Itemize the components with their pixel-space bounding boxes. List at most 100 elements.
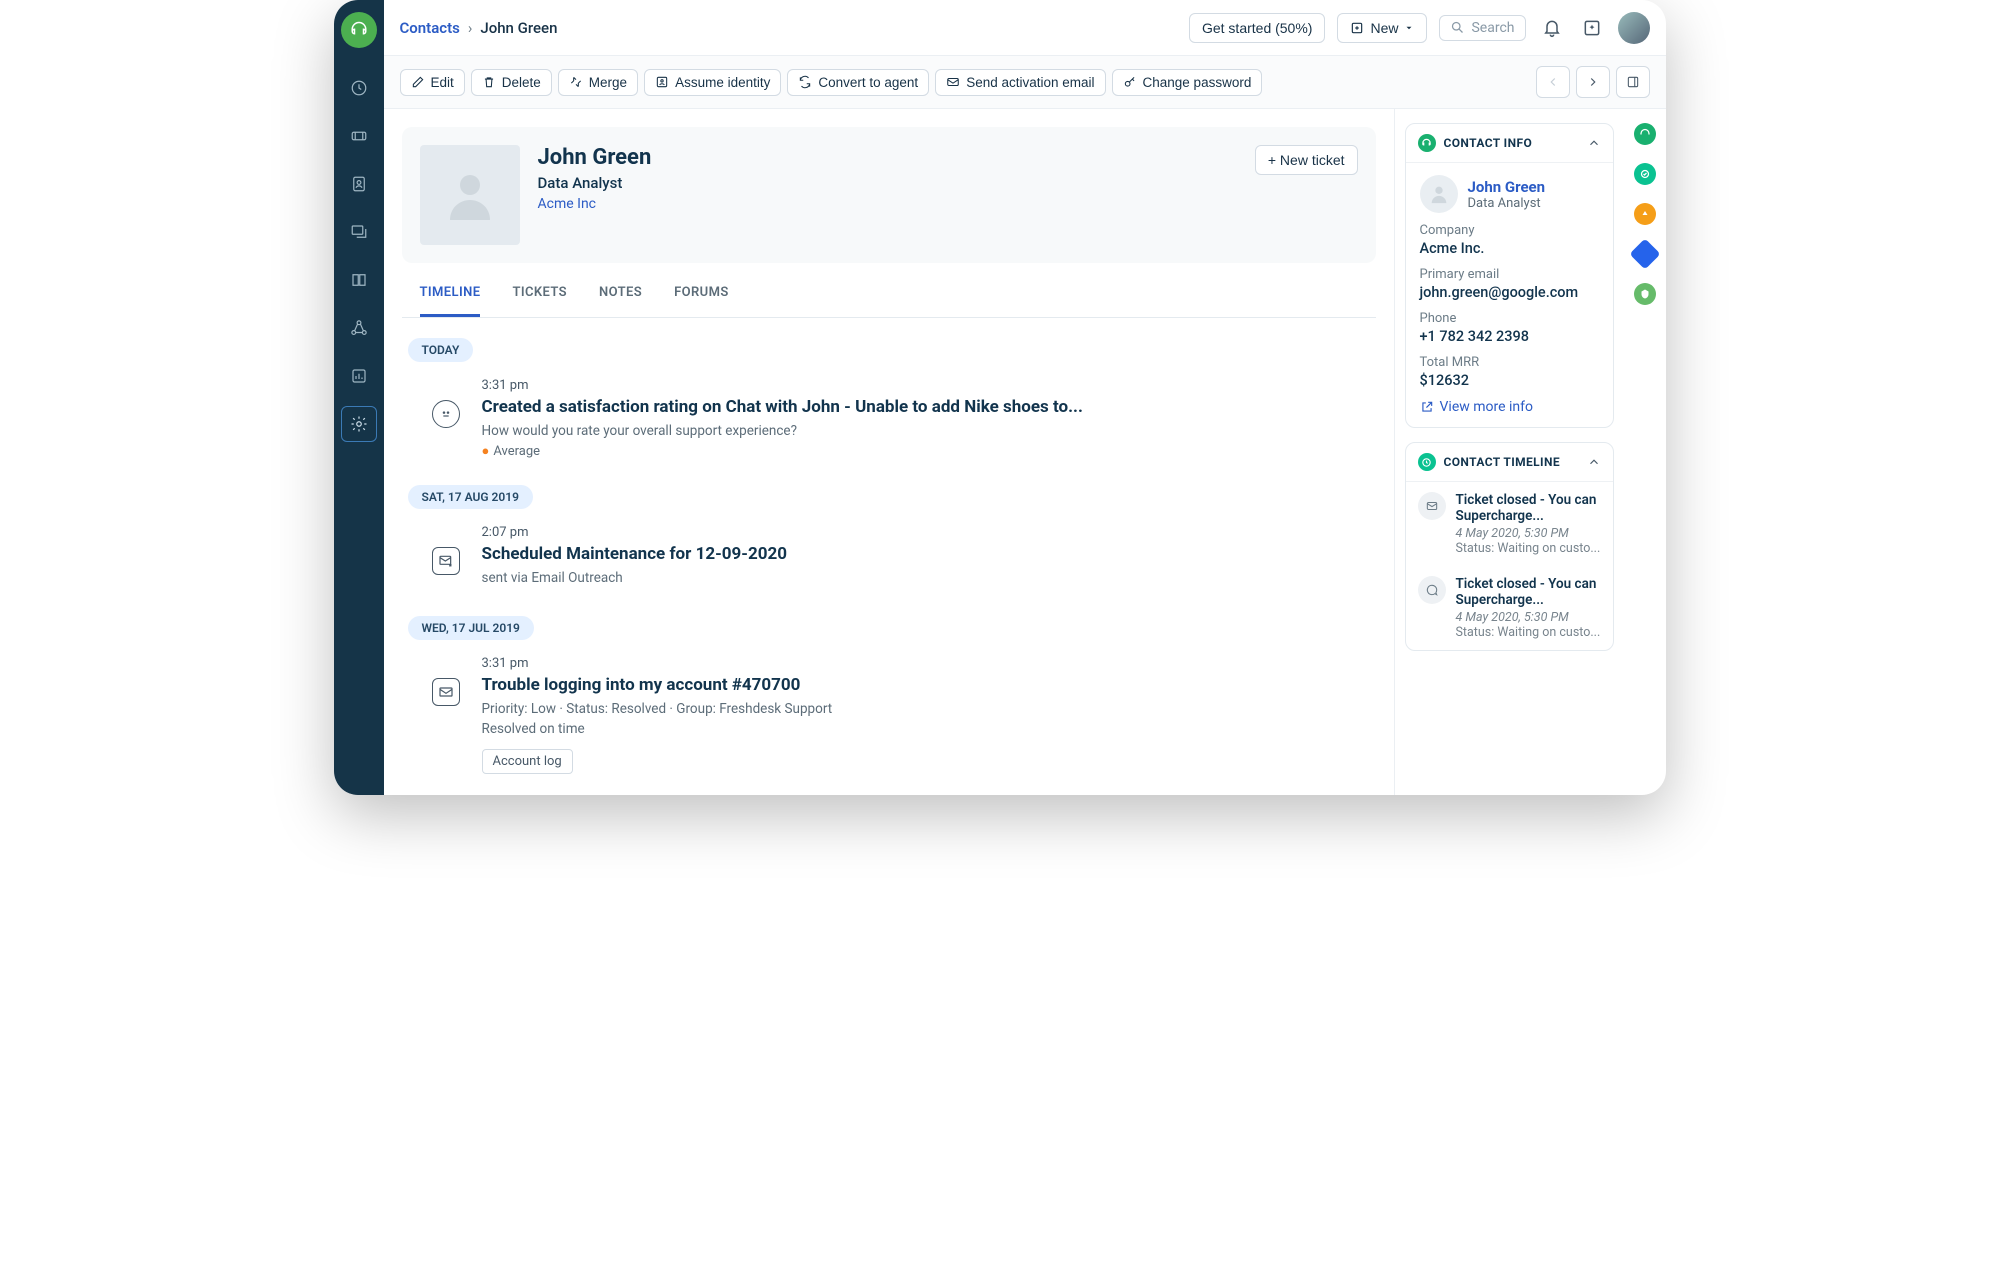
- delete-label: Delete: [502, 75, 541, 90]
- timeline-item[interactable]: 3:31 pm Created a satisfaction rating on…: [402, 368, 1376, 479]
- timeline-meta: Priority: Low · Status: Resolved · Group…: [482, 701, 1376, 717]
- chat-icon: [1418, 576, 1446, 604]
- mini-title: Ticket closed - You can Supercharge...: [1456, 492, 1601, 524]
- get-started-button[interactable]: Get started (50%): [1189, 13, 1326, 43]
- profile-company-link[interactable]: Acme Inc: [538, 196, 652, 212]
- mail-send-icon: [432, 547, 460, 575]
- profile-name: John Green: [538, 145, 652, 170]
- card-title: CONTACT TIMELINE: [1444, 455, 1579, 469]
- sparkle-icon[interactable]: [1578, 14, 1606, 42]
- convert-label: Convert to agent: [818, 75, 918, 90]
- chevron-left-icon: [1546, 75, 1560, 89]
- card-header[interactable]: CONTACT TIMELINE: [1406, 443, 1613, 482]
- mini-status: Status: Waiting on custo...: [1456, 541, 1601, 556]
- timeline-title: Trouble logging into my account #470700: [482, 675, 1376, 695]
- app-logo[interactable]: [341, 12, 377, 48]
- content-area: John Green Data Analyst Acme Inc + New t…: [384, 109, 1394, 795]
- merge-icon: [569, 75, 583, 89]
- header: Contacts › John Green Get started (50%) …: [384, 0, 1666, 56]
- nav-knowledge-icon[interactable]: [341, 262, 377, 298]
- timeline-time: 3:31 pm: [482, 656, 1376, 671]
- chevron-right-icon: [1586, 75, 1600, 89]
- date-pill: WED, 17 JUL 2019: [408, 616, 534, 640]
- timeline-subtitle: sent via Email Outreach: [482, 570, 1376, 586]
- send-activation-label: Send activation email: [966, 75, 1094, 90]
- app-freshcaller-icon[interactable]: [1634, 203, 1656, 225]
- timeline-item[interactable]: 2:07 pm Scheduled Maintenance for 12-09-…: [402, 515, 1376, 610]
- nav-screens-icon[interactable]: [341, 214, 377, 250]
- app-freshservice-icon[interactable]: [1634, 283, 1656, 305]
- card-header[interactable]: CONTACT INFO: [1406, 124, 1613, 163]
- field-label: Primary email: [1420, 267, 1599, 282]
- app-freshdesk-icon[interactable]: [1634, 123, 1656, 145]
- clock-icon: [1418, 453, 1436, 471]
- mini-date: 4 May 2020, 5:30 PM: [1456, 526, 1601, 541]
- timeline-time: 2:07 pm: [482, 525, 1376, 540]
- field-label: Total MRR: [1420, 355, 1599, 370]
- nav-settings-icon[interactable]: [341, 406, 377, 442]
- chevron-right-icon: ›: [468, 19, 473, 37]
- user-avatar[interactable]: [1618, 12, 1650, 44]
- timeline-time: 3:31 pm: [482, 378, 1376, 393]
- app-freshsuccess-icon[interactable]: [1629, 238, 1660, 269]
- app-freshsales-icon[interactable]: [1634, 163, 1656, 185]
- tab-notes[interactable]: NOTES: [599, 271, 642, 317]
- timeline-badge[interactable]: Account log: [482, 749, 573, 774]
- assume-identity-button[interactable]: Assume identity: [644, 69, 781, 96]
- search-input[interactable]: Search: [1439, 15, 1525, 41]
- chevron-down-icon: [1404, 23, 1414, 33]
- mini-status: Status: Waiting on custo...: [1456, 625, 1601, 640]
- timeline-title: Scheduled Maintenance for 12-09-2020: [482, 544, 1376, 564]
- mini-date: 4 May 2020, 5:30 PM: [1456, 610, 1601, 625]
- nav-tickets-icon[interactable]: [341, 118, 377, 154]
- change-password-button[interactable]: Change password: [1112, 69, 1263, 96]
- new-button[interactable]: New: [1337, 13, 1427, 43]
- notifications-icon[interactable]: [1538, 14, 1566, 42]
- date-pill: SAT, 17 AUG 2019: [408, 485, 533, 509]
- tab-forums[interactable]: FORUMS: [674, 271, 729, 317]
- profile-role: Data Analyst: [538, 174, 652, 192]
- convert-agent-button[interactable]: Convert to agent: [787, 69, 929, 96]
- contact-timeline-card: CONTACT TIMELINE Ticket closed - You can…: [1405, 442, 1614, 651]
- field-label: Phone: [1420, 311, 1599, 326]
- timeline-item[interactable]: 3:31 pm Trouble logging into my account …: [402, 646, 1376, 794]
- new-ticket-button[interactable]: + New ticket: [1255, 145, 1358, 175]
- main-column: Contacts › John Green Get started (50%) …: [384, 0, 1666, 795]
- tab-tickets[interactable]: TICKETS: [512, 271, 567, 317]
- panel-toggle-button[interactable]: [1616, 66, 1650, 98]
- face-neutral-icon: [432, 400, 460, 428]
- plus-box-icon: [1350, 21, 1364, 35]
- trash-icon: [482, 75, 496, 89]
- nav-dashboard-icon[interactable]: [341, 70, 377, 106]
- new-button-label: New: [1370, 20, 1398, 36]
- change-password-label: Change password: [1143, 75, 1252, 90]
- app-window: Contacts › John Green Get started (50%) …: [334, 0, 1666, 795]
- nav-reports-icon[interactable]: [341, 358, 377, 394]
- left-nav: [334, 0, 384, 795]
- refresh-icon: [798, 75, 812, 89]
- mini-title: Ticket closed - You can Supercharge...: [1456, 576, 1601, 608]
- field-value: Acme Inc.: [1420, 240, 1599, 257]
- field-value: +1 782 342 2398: [1420, 328, 1599, 345]
- breadcrumb-root-link[interactable]: Contacts: [400, 19, 460, 37]
- action-toolbar: Edit Delete Merge Assume identity Conver…: [384, 56, 1666, 109]
- prev-contact-button[interactable]: [1536, 66, 1570, 98]
- delete-button[interactable]: Delete: [471, 69, 552, 96]
- merge-button[interactable]: Merge: [558, 69, 638, 96]
- edit-icon: [411, 75, 425, 89]
- edit-button[interactable]: Edit: [400, 69, 465, 96]
- mail-icon: [432, 678, 460, 706]
- contact-name-link[interactable]: John Green: [1468, 178, 1546, 196]
- timeline-rating: ●Average: [482, 443, 1376, 459]
- tab-timeline[interactable]: TIMELINE: [420, 271, 481, 317]
- timeline-mini-item[interactable]: Ticket closed - You can Supercharge... 4…: [1406, 566, 1613, 650]
- nav-social-icon[interactable]: [341, 310, 377, 346]
- view-more-link[interactable]: View more info: [1420, 399, 1599, 415]
- nav-contacts-icon[interactable]: [341, 166, 377, 202]
- search-placeholder: Search: [1471, 20, 1514, 36]
- next-contact-button[interactable]: [1576, 66, 1610, 98]
- timeline-mini-item[interactable]: Ticket closed - You can Supercharge... 4…: [1406, 482, 1613, 566]
- send-activation-button[interactable]: Send activation email: [935, 69, 1105, 96]
- mail-icon: [946, 75, 960, 89]
- side-panel: CONTACT INFO John Green Data Analyst Com…: [1394, 109, 1624, 795]
